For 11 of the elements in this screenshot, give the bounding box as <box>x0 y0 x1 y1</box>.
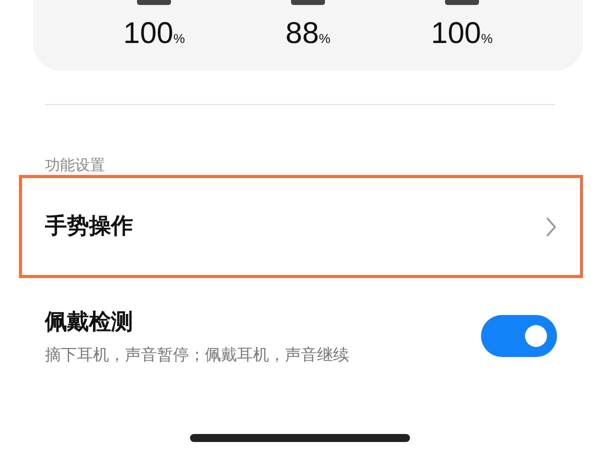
setting-title: 佩戴检测 <box>45 308 134 336</box>
setting-row[interactable]: 佩戴检测 摘下耳机，声音暂停；佩戴耳机，声音继续 <box>19 296 583 376</box>
setting-description: 摘下耳机，声音暂停；佩戴耳机，声音继续 <box>45 344 350 366</box>
battery-percentage: 100% <box>123 19 185 49</box>
setting-title: 手势操作 <box>45 213 134 241</box>
section-title: 功能设置 <box>45 155 106 175</box>
setting-row[interactable]: 手势操作 <box>19 175 583 278</box>
battery-percentage: 88% <box>286 19 330 49</box>
chevron-right-icon <box>545 216 557 238</box>
toggle-switch[interactable] <box>481 315 557 357</box>
battery-percentage: 100% <box>431 19 493 49</box>
